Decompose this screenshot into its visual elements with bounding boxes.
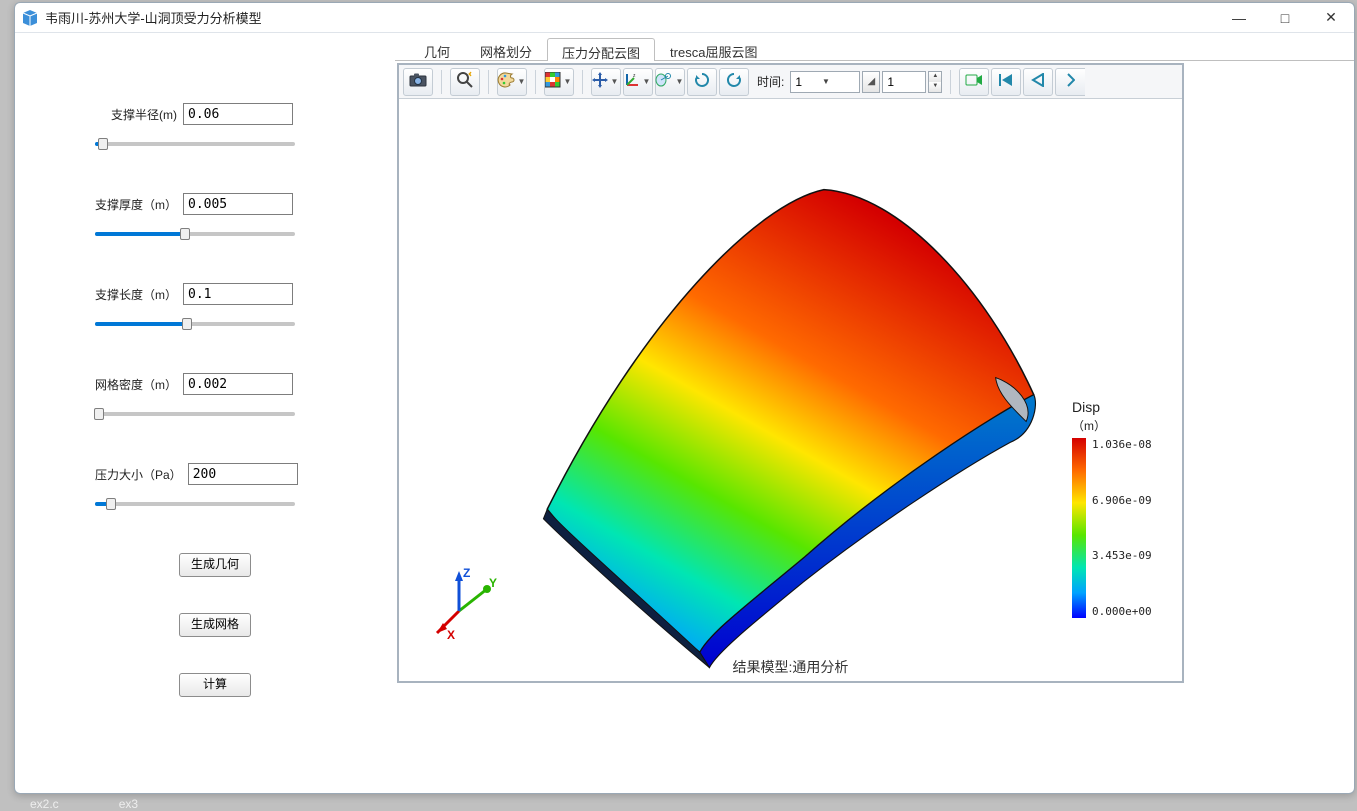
screenshot-button[interactable]	[403, 68, 433, 96]
rotate-ccw-icon	[725, 71, 743, 92]
pan-button[interactable]: ▼	[591, 68, 621, 96]
viewer-frame: ▼ ▼	[397, 63, 1184, 683]
length-slider[interactable]	[95, 315, 295, 333]
prev-frame-button[interactable]	[1023, 68, 1053, 96]
probe-icon	[655, 72, 673, 91]
generate-mesh-button[interactable]: 生成网格	[179, 613, 251, 637]
minimize-button[interactable]: —	[1216, 3, 1262, 33]
palette-button[interactable]: ▼	[497, 68, 527, 96]
param-label: 支撑长度（m）	[95, 286, 177, 303]
color-legend: Disp （m） 1.036e-08 6.906e-09 3.453e-09 0…	[1072, 399, 1172, 618]
zoom-button[interactable]	[450, 68, 480, 96]
next-frame-button[interactable]	[1055, 68, 1085, 96]
rotate-ccw-button[interactable]	[719, 68, 749, 96]
maximize-button[interactable]: □	[1262, 3, 1308, 33]
tabs: 几何 网格划分 压力分配云图 tresca屈服云图	[395, 37, 1354, 61]
param-label: 压力大小（Pa）	[95, 466, 182, 483]
param-thickness: 支撑厚度（m）	[95, 193, 335, 243]
param-length: 支撑长度（m）	[95, 283, 335, 333]
rotate-cw-icon	[693, 71, 711, 92]
time-label: 时间:	[757, 73, 784, 90]
svg-text:Z: Z	[463, 566, 470, 580]
tab-geometry[interactable]: 几何	[409, 37, 465, 60]
length-input[interactable]	[183, 283, 293, 305]
result-canvas[interactable]: X Y Z Disp （m）	[399, 99, 1182, 681]
tab-pressure[interactable]: 压力分配云图	[547, 38, 655, 61]
legend-bar	[1072, 438, 1086, 618]
titlebar: 韦雨川-苏州大学-山洞顶受力分析模型 — □ ✕	[15, 3, 1354, 33]
rubiks-icon	[545, 72, 561, 91]
param-radius: 支撑半径(m)	[95, 103, 335, 153]
result-caption: 结果模型:通用分析	[399, 657, 1182, 677]
param-label: 网格密度（m）	[95, 376, 177, 393]
next-icon	[1067, 73, 1075, 90]
taskbar-hint: ex2.c ex3	[30, 797, 138, 811]
first-frame-button[interactable]	[991, 68, 1021, 96]
close-button[interactable]: ✕	[1308, 3, 1354, 33]
legend-title: Disp	[1072, 399, 1172, 415]
app-window: 韦雨川-苏州大学-山洞顶受力分析模型 — □ ✕ 支撑半径(m)	[14, 2, 1355, 794]
time-select[interactable]: 1▼	[790, 71, 860, 93]
legend-ticks: 1.036e-08 6.906e-09 3.453e-09 0.000e+00	[1092, 438, 1152, 618]
orientation-triad: X Y Z	[429, 561, 509, 641]
param-label: 支撑厚度（m）	[95, 196, 177, 213]
thickness-input[interactable]	[183, 193, 293, 215]
probe-button[interactable]: ▼	[655, 68, 685, 96]
contour-plot	[399, 99, 1182, 681]
app-icon	[21, 9, 39, 27]
window-title: 韦雨川-苏州大学-山洞顶受力分析模型	[45, 8, 262, 27]
rotate-cw-button[interactable]	[687, 68, 717, 96]
main-area: 几何 网格划分 压力分配云图 tresca屈服云图	[395, 33, 1354, 793]
tab-tresca[interactable]: tresca屈服云图	[655, 37, 772, 60]
move-icon	[592, 72, 608, 91]
parameter-panel: 支撑半径(m) 支撑厚度（m）	[15, 33, 395, 793]
svg-text:X: X	[447, 628, 455, 641]
mesh-slider[interactable]	[95, 405, 295, 423]
camera-icon	[409, 73, 427, 90]
axes-icon: z	[624, 72, 640, 91]
svg-text:Y: Y	[489, 576, 497, 590]
dock-button[interactable]: ◢	[862, 71, 880, 93]
video-icon	[965, 73, 983, 90]
param-label: 支撑半径(m)	[95, 106, 177, 123]
pressure-slider[interactable]	[95, 495, 295, 513]
svg-text:z: z	[633, 73, 636, 79]
thickness-slider[interactable]	[95, 225, 295, 243]
pressure-input[interactable]	[188, 463, 298, 485]
mesh-input[interactable]	[183, 373, 293, 395]
radius-input[interactable]	[183, 103, 293, 125]
prev-icon	[1031, 73, 1045, 90]
magnifier-icon	[456, 71, 474, 92]
radius-slider[interactable]	[95, 135, 295, 153]
colormap-button[interactable]: ▼	[544, 68, 574, 96]
frame-input[interactable]: 1	[882, 71, 926, 93]
skip-first-icon	[998, 73, 1014, 90]
legend-unit: （m）	[1072, 417, 1172, 434]
axes-button[interactable]: z ▼	[623, 68, 653, 96]
param-mesh: 网格密度（m）	[95, 373, 335, 423]
frame-stepper[interactable]: ▲▼	[928, 71, 942, 93]
record-button[interactable]	[959, 68, 989, 96]
tab-mesh[interactable]: 网格划分	[465, 37, 547, 60]
param-pressure: 压力大小（Pa）	[95, 463, 335, 513]
generate-geometry-button[interactable]: 生成几何	[179, 553, 251, 577]
solve-button[interactable]: 计算	[179, 673, 251, 697]
viewer-toolbar: ▼ ▼	[399, 65, 1182, 99]
palette-icon	[497, 72, 515, 91]
